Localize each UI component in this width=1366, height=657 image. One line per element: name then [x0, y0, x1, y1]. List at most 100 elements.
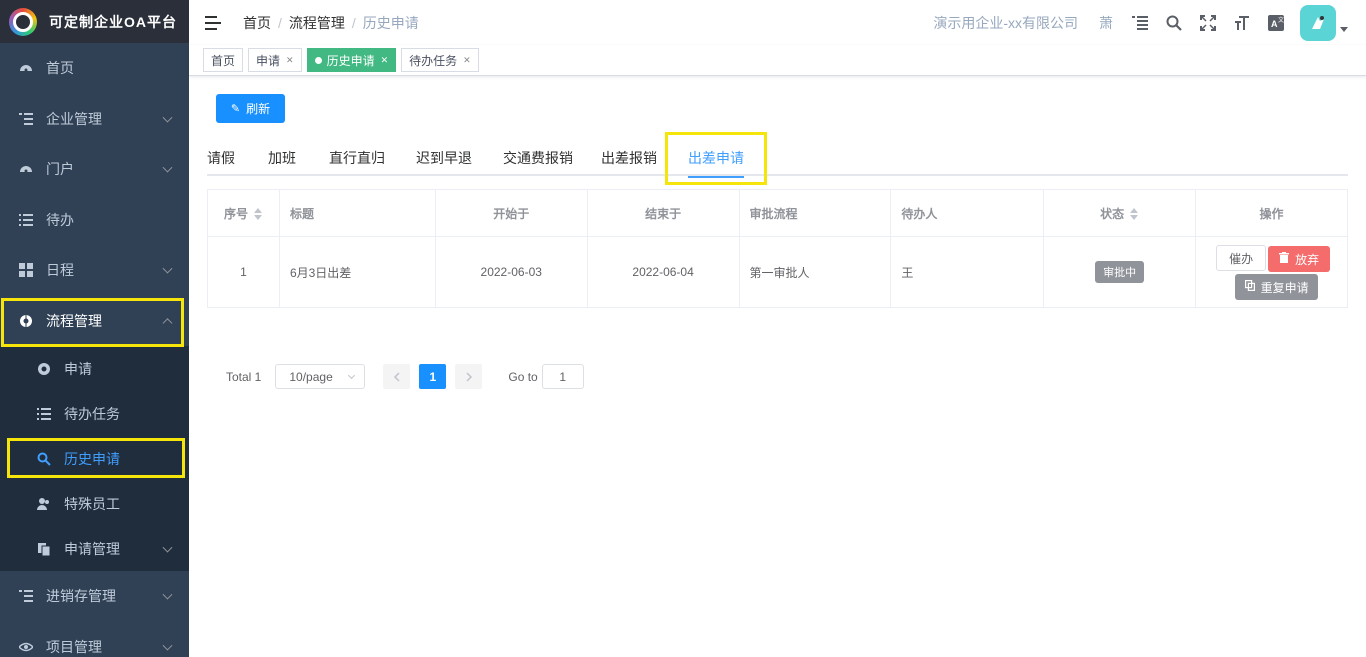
page-number-current[interactable]: 1 [419, 364, 447, 389]
sidebar-item-inventory[interactable]: 进销存管理 [0, 571, 189, 622]
column-header-index[interactable]: 序号 [207, 189, 280, 237]
refresh-label: 刷新 [246, 102, 271, 116]
chevron-down-icon [162, 589, 173, 600]
dashboard-icon [18, 161, 34, 177]
resubmit-button[interactable]: 重复申请 [1235, 274, 1319, 300]
breadcrumb-item[interactable]: 首页 [243, 13, 271, 33]
column-header-flow: 审批流程 [738, 189, 892, 237]
tag-pending-tasks[interactable]: 待办任务 ✕ [401, 48, 479, 72]
navbar: 首页 / 流程管理 / 历史申请 演示用企业-xx有限公司 萧 A文 [189, 0, 1366, 45]
chevron-down-icon [348, 371, 356, 380]
text-size-icon[interactable] [1232, 13, 1252, 33]
column-header-title: 标题 [278, 189, 436, 237]
tab-overtime[interactable]: 加班 [268, 146, 296, 176]
main-content: ✎ 刷新 请假 加班 直行直归 迟到早退 交通费报销 出差报销 出差申请 序号 … [189, 76, 1366, 657]
pagination: Total 1 10/page 1 Go to 1 [226, 364, 584, 389]
sidebar-item-apply-management[interactable]: 申请管理 [0, 526, 189, 571]
gear-icon [36, 361, 52, 377]
translate-icon[interactable]: A文 [1266, 13, 1286, 33]
app-logo[interactable]: 可定制企业OA平台 [0, 0, 189, 43]
sidebar-item-enterprise[interactable]: 企业管理 [0, 94, 189, 145]
close-icon[interactable]: ✕ [463, 55, 471, 66]
svg-text:A: A [1271, 19, 1278, 29]
sidebar-item-pending-tasks[interactable]: 待办任务 [0, 391, 189, 436]
next-page-button[interactable] [455, 364, 483, 389]
table-header-row: 序号 标题 开始于 结束于 审批流程 待办人 状态 操作 [207, 189, 1348, 237]
sidebar-item-apply[interactable]: 申请 [0, 346, 189, 391]
tab-direct-commute[interactable]: 直行直归 [329, 146, 385, 176]
sidebar-item-label: 待办任务 [64, 405, 120, 422]
sidebar-item-home[interactable]: 首页 [0, 43, 189, 94]
grid-icon [18, 262, 34, 278]
column-header-assignee: 待办人 [890, 189, 1045, 237]
sidebar-item-label: 进销存管理 [46, 588, 116, 605]
tab-leave[interactable]: 请假 [207, 146, 235, 176]
dashboard-icon [18, 60, 34, 76]
trash-icon [1279, 252, 1290, 266]
chevron-down-icon [162, 542, 173, 553]
tag-label: 历史申请 [326, 53, 375, 68]
list-tree-icon [18, 588, 34, 604]
sidebar-item-label: 门户 [46, 161, 74, 178]
sidebar-item-portal[interactable]: 门户 [0, 144, 189, 195]
chevron-down-icon [162, 112, 173, 123]
close-icon[interactable]: ✕ [286, 55, 294, 66]
sidebar-item-label: 项目管理 [46, 638, 102, 655]
tag-label: 申请 [256, 53, 281, 68]
refresh-button[interactable]: ✎ 刷新 [216, 94, 285, 123]
tag-home[interactable]: 首页 [203, 48, 244, 72]
navbar-right: 演示用企业-xx有限公司 萧 A文 [933, 0, 1366, 45]
tab-travel-reimburse[interactable]: 出差报销 [601, 146, 657, 176]
chevron-up-icon [162, 317, 173, 328]
prev-page-button[interactable] [383, 364, 411, 389]
copy-icon [1244, 280, 1255, 294]
tag-history[interactable]: 历史申请 ✕ [306, 48, 397, 72]
sidebar-item-label: 首页 [46, 60, 74, 77]
sidebar-item-schedule[interactable]: 日程 [0, 245, 189, 296]
breadcrumb-item[interactable]: 流程管理 [289, 13, 345, 33]
breadcrumb: 首页 / 流程管理 / 历史申请 [243, 13, 419, 33]
page-size-select[interactable]: 10/page [275, 364, 366, 389]
app-title: 可定制企业OA平台 [49, 13, 177, 30]
search-icon[interactable] [1164, 13, 1184, 33]
fullscreen-icon[interactable] [1198, 13, 1218, 33]
tag-apply[interactable]: 申请 ✕ [248, 48, 302, 72]
sort-icon[interactable] [1129, 208, 1139, 221]
sidebar: 可定制企业OA平台 首页 企业管理 门户 待办 日程 流程管理 申请 待办任务 … [0, 0, 189, 657]
sidebar-item-projects[interactable]: 项目管理 [0, 622, 189, 657]
goto-page-input[interactable]: 1 [541, 364, 584, 389]
urge-button[interactable]: 催办 [1216, 245, 1267, 271]
close-icon[interactable]: ✕ [381, 55, 389, 66]
breadcrumb-separator: / [351, 14, 356, 31]
sidebar-item-label: 流程管理 [46, 312, 102, 329]
list-icon [36, 406, 52, 422]
hamburger-icon[interactable] [205, 15, 221, 30]
eye-icon [18, 639, 34, 655]
tab-travel-apply[interactable]: 出差申请 [688, 146, 744, 178]
breadcrumb-current: 历史申请 [362, 14, 419, 31]
category-tabs: 请假 加班 直行直归 迟到早退 交通费报销 出差报销 出差申请 [207, 146, 1348, 178]
chevron-down-icon [162, 162, 173, 173]
abandon-button[interactable]: 放弃 [1268, 246, 1331, 272]
sidebar-item-workflow[interactable]: 流程管理 [0, 296, 189, 347]
gear-icon [18, 313, 34, 329]
avatar[interactable] [1300, 4, 1336, 41]
list-tree-icon[interactable] [1130, 13, 1150, 33]
sidebar-item-history[interactable]: 历史申请 [0, 436, 189, 481]
sidebar-item-label: 历史申请 [64, 450, 120, 467]
sort-icon[interactable] [253, 208, 263, 221]
chevron-down-icon [162, 640, 173, 651]
pagination-total: Total 1 [226, 369, 262, 384]
sidebar-item-todo[interactable]: 待办 [0, 195, 189, 246]
tab-late-early[interactable]: 迟到早退 [416, 146, 472, 176]
svg-text:文: 文 [1278, 16, 1284, 24]
cell-start: 2022-06-03 [434, 236, 588, 308]
chevron-down-icon [162, 263, 173, 274]
column-header-status[interactable]: 状态 [1043, 189, 1197, 237]
search-icon [36, 451, 52, 467]
tags-view: 首页 申请 ✕ 历史申请 ✕ 待办任务 ✕ [189, 45, 1366, 76]
tab-transport-reimburse[interactable]: 交通费报销 [503, 146, 573, 176]
caret-down-icon[interactable] [1340, 27, 1348, 32]
sidebar-item-special-staff[interactable]: 特殊员工 [0, 481, 189, 526]
cell-index: 1 [207, 236, 280, 308]
